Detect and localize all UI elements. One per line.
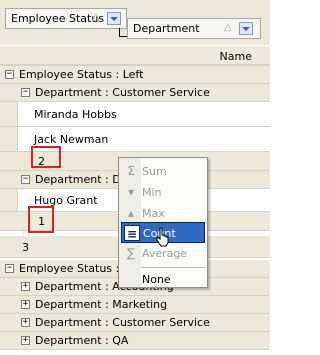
group-row-label: Department : Customer Service	[35, 316, 210, 329]
dropdown-icon[interactable]	[107, 12, 121, 25]
highlight-box-count-2	[31, 146, 61, 168]
sort-triangle-icon[interactable]: △	[224, 22, 232, 33]
group-chip-department[interactable]: Department △	[127, 18, 261, 39]
menu-item-label: Sum	[142, 165, 167, 178]
count-icon: ≡	[124, 225, 140, 241]
collapse-icon[interactable]: −	[5, 264, 14, 273]
group-chip-label: Employee Status	[11, 12, 105, 25]
group-chip-employee-status[interactable]: Employee Status △	[5, 8, 127, 29]
menu-item-none[interactable]: None	[121, 269, 205, 290]
indent-bar	[0, 314, 17, 331]
expand-icon[interactable]: +	[21, 318, 30, 327]
expand-icon[interactable]: +	[21, 282, 30, 291]
average-icon: ∑	[126, 246, 136, 260]
expand-icon[interactable]: +	[21, 336, 30, 345]
group-by-panel: Employee Status △ Department △	[0, 0, 270, 45]
menu-item-max[interactable]: ▴ Max	[121, 203, 205, 224]
summary-count-value[interactable]: 3	[22, 241, 29, 254]
group-row-dept-customer-service-2[interactable]: + Department : Customer Service	[0, 314, 270, 332]
cell-name[interactable]: Jack Newman	[34, 133, 108, 146]
group-row-label: Department : QA	[35, 334, 129, 347]
expand-icon[interactable]: +	[21, 300, 30, 309]
sort-triangle-icon[interactable]: △	[92, 12, 100, 23]
indent-bar	[0, 84, 17, 101]
table-row[interactable]: Miranda Hobbs	[0, 102, 270, 127]
indent-bar	[0, 278, 17, 295]
indent-bar	[0, 332, 17, 349]
cell-name[interactable]: Miranda Hobbs	[34, 108, 117, 121]
indent-bar	[0, 296, 17, 313]
collapse-icon[interactable]: −	[21, 175, 30, 184]
column-header-row: Name	[0, 45, 270, 66]
menu-item-min[interactable]: ▾ Min	[121, 182, 205, 203]
menu-item-label: Min	[142, 186, 162, 199]
indent-bar	[0, 152, 17, 170]
min-icon: ▾	[127, 185, 135, 199]
indent-bar	[0, 171, 17, 188]
group-chip-label: Department	[133, 22, 200, 35]
indent-bar	[17, 102, 31, 126]
column-header-name[interactable]: Name	[220, 50, 252, 63]
group-row-dept-marketing[interactable]: + Department : Marketing	[0, 296, 270, 314]
menu-item-label: Max	[142, 207, 165, 220]
indent-bar	[0, 127, 17, 151]
group-row-label: Department : Marketing	[35, 298, 168, 311]
menu-item-label: Average	[142, 247, 188, 260]
sum-icon: Σ	[127, 164, 135, 178]
indent-bar	[0, 102, 17, 126]
collapse-icon[interactable]: −	[21, 88, 30, 97]
indent-bar	[17, 127, 31, 151]
hand-cursor-icon	[156, 227, 169, 247]
group-row-status-left[interactable]: − Employee Status : Left	[0, 66, 270, 84]
menu-separator	[141, 267, 205, 268]
dropdown-icon[interactable]	[239, 22, 253, 35]
group-connector	[119, 28, 127, 37]
indent-bar	[0, 189, 17, 211]
group-row-label: Department : Customer Service	[35, 86, 210, 99]
collapse-icon[interactable]: −	[5, 70, 14, 79]
menu-item-label: None	[142, 273, 171, 286]
summary-context-menu: Σ Sum ▾ Min ▴ Max ≡ Count ∑ Average None	[118, 157, 208, 288]
group-row-dept-customer-service[interactable]: − Department : Customer Service	[0, 84, 270, 102]
menu-item-sum[interactable]: Σ Sum	[121, 161, 205, 182]
max-icon: ▴	[127, 206, 135, 220]
group-row-label: Employee Status : Left	[19, 68, 144, 81]
group-row-dept-qa[interactable]: + Department : QA	[0, 332, 270, 350]
highlight-box-count-1	[28, 206, 54, 233]
indent-bar	[0, 212, 17, 230]
